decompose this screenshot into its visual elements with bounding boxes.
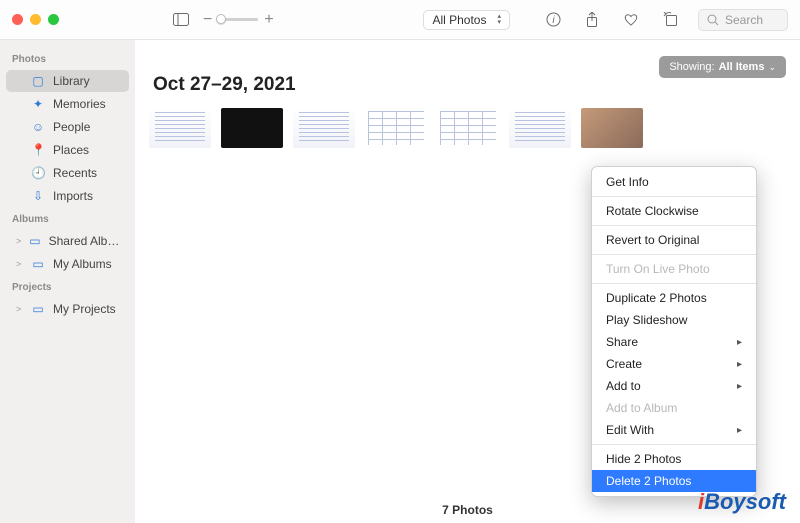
sidebar-item-library[interactable]: ▢ Library — [6, 70, 129, 92]
sidebar-item-icon: ✦ — [31, 97, 45, 111]
sidebar-item-icon: ▢ — [31, 74, 45, 88]
sidebar-item-icon: ⇩ — [31, 189, 45, 203]
menu-item-play-slideshow[interactable]: Play Slideshow — [592, 309, 756, 331]
sidebar-item-my-projects[interactable]: >▭My Projects — [6, 298, 129, 320]
menu-item-add-to-album: Add to Album — [592, 397, 756, 419]
favorite-button[interactable] — [619, 10, 643, 29]
photo-thumbnail[interactable] — [221, 108, 283, 148]
sidebar-item-label: Recents — [53, 166, 97, 180]
rotate-button[interactable] — [659, 10, 682, 29]
menu-separator — [592, 196, 756, 197]
zoom-in-icon[interactable]: + — [264, 11, 273, 29]
photo-thumbnail[interactable] — [149, 108, 211, 148]
fullscreen-window-button[interactable] — [48, 14, 59, 25]
menu-separator — [592, 444, 756, 445]
titlebar: − + All Photos ▴▾ i Search — [0, 0, 800, 40]
menu-item-add-to[interactable]: Add to▸ — [592, 375, 756, 397]
menu-item-get-info[interactable]: Get Info — [592, 171, 756, 193]
svg-text:i: i — [552, 15, 555, 26]
sidebar-item-icon: ☺ — [31, 120, 45, 134]
sidebar-section-header: Photos — [0, 48, 135, 69]
zoom-slider[interactable]: − + — [203, 11, 274, 29]
menu-item-revert-to-original[interactable]: Revert to Original — [592, 229, 756, 251]
photo-thumbnail[interactable] — [293, 108, 355, 148]
chevron-right-icon: ▸ — [737, 337, 742, 348]
sidebar-section-header: Albums — [0, 208, 135, 229]
sidebar-item-icon: 🕘 — [31, 166, 45, 180]
search-placeholder: Search — [725, 13, 763, 27]
sidebar-toggle-button[interactable] — [169, 11, 193, 28]
sidebar-item-people[interactable]: ☺ People — [6, 116, 129, 138]
sidebar-item-icon: ▭ — [31, 257, 45, 271]
chevron-right-icon: ▸ — [737, 425, 742, 436]
sidebar-item-label: Library — [53, 74, 90, 88]
close-window-button[interactable] — [12, 14, 23, 25]
sidebar: Photos ▢ Library ✦ Memories ☺ People 📍 Places 🕘 Re… — [0, 40, 135, 523]
sidebar-item-label: Memories — [53, 97, 106, 111]
watermark: iBoysoft — [698, 489, 786, 515]
sidebar-item-label: Imports — [53, 189, 93, 203]
chevron-right-icon: ▸ — [737, 359, 742, 370]
chevron-right-icon: ▸ — [737, 381, 742, 392]
menu-separator — [592, 225, 756, 226]
photo-grid — [149, 108, 786, 148]
chevron-updown-icon: ▴▾ — [497, 14, 501, 26]
sidebar-item-label: Places — [53, 143, 89, 157]
sidebar-item-label: Shared Alb… — [49, 234, 120, 248]
sidebar-item-label: People — [53, 120, 90, 134]
sidebar-item-memories[interactable]: ✦ Memories — [6, 93, 129, 115]
photo-thumbnail[interactable] — [365, 108, 427, 148]
chevron-down-icon: ⌄ — [768, 62, 776, 73]
photo-thumbnail[interactable] — [437, 108, 499, 148]
minimize-window-button[interactable] — [30, 14, 41, 25]
showing-filter-button[interactable]: Showing: All Items ⌄ — [659, 56, 786, 78]
menu-separator — [592, 283, 756, 284]
view-filter-dropdown[interactable]: All Photos ▴▾ — [423, 10, 510, 30]
menu-item-rotate-clockwise[interactable]: Rotate Clockwise — [592, 200, 756, 222]
sidebar-item-my-albums[interactable]: >▭My Albums — [6, 253, 129, 275]
sidebar-item-places[interactable]: 📍 Places — [6, 139, 129, 161]
search-field[interactable]: Search — [698, 9, 788, 31]
menu-item-hide-2-photos[interactable]: Hide 2 Photos — [592, 448, 756, 470]
main-content: Showing: All Items ⌄ Oct 27–29, 2021 7 P… — [135, 40, 800, 523]
sidebar-item-recents[interactable]: 🕘 Recents — [6, 162, 129, 184]
filter-label: All Photos — [432, 13, 486, 27]
photo-thumbnail[interactable] — [581, 108, 643, 148]
window-controls — [12, 14, 59, 25]
sidebar-item-shared-alb-[interactable]: >▭Shared Alb… — [6, 230, 129, 252]
search-icon — [707, 14, 719, 26]
sidebar-item-label: My Albums — [53, 257, 112, 271]
sidebar-item-icon: ▭ — [29, 234, 40, 248]
info-button[interactable]: i — [542, 10, 565, 29]
menu-item-share[interactable]: Share▸ — [592, 331, 756, 353]
photo-thumbnail[interactable] — [509, 108, 571, 148]
sidebar-item-icon: ▭ — [31, 302, 45, 316]
zoom-out-icon[interactable]: − — [203, 11, 212, 29]
share-button[interactable] — [581, 10, 603, 30]
menu-item-turn-on-live-photo: Turn On Live Photo — [592, 258, 756, 280]
menu-item-duplicate-2-photos[interactable]: Duplicate 2 Photos — [592, 287, 756, 309]
context-menu: Get Info Rotate Clockwise Revert to Origin… — [591, 166, 757, 497]
menu-item-edit-with[interactable]: Edit With▸ — [592, 419, 756, 441]
menu-separator — [592, 254, 756, 255]
sidebar-item-imports[interactable]: ⇩ Imports — [6, 185, 129, 207]
sidebar-item-icon: 📍 — [31, 143, 45, 157]
menu-item-create[interactable]: Create▸ — [592, 353, 756, 375]
sidebar-section-header: Projects — [0, 276, 135, 297]
sidebar-item-label: My Projects — [53, 302, 116, 316]
